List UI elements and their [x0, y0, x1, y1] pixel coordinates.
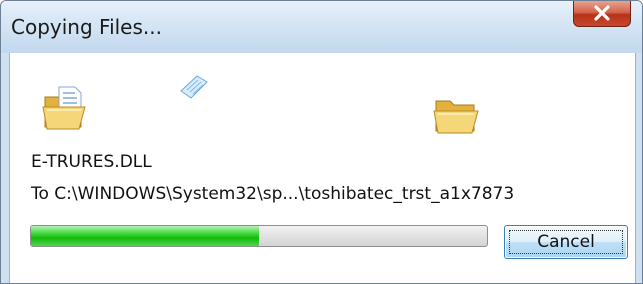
cancel-button[interactable]: Cancel	[504, 225, 628, 259]
source-folder-icon	[42, 86, 86, 130]
target-folder-icon	[433, 100, 479, 134]
copy-progress-bar	[30, 225, 488, 247]
copying-files-dialog: Copying Files... E-TRURES.DLL To C:\WIND…	[0, 0, 643, 284]
title-bar[interactable]: Copying Files...	[1, 1, 642, 53]
cancel-button-label: Cancel	[537, 232, 595, 252]
current-file-name: E-TRURES.DLL	[31, 152, 152, 172]
destination-path: To C:\WINDOWS\System32\sp...\toshibatec_…	[31, 184, 515, 204]
progress-fill	[31, 226, 259, 246]
close-button[interactable]	[573, 1, 631, 27]
flying-document-icon	[180, 75, 208, 99]
window-title: Copying Files...	[11, 15, 162, 39]
dialog-body: E-TRURES.DLL To C:\WINDOWS\System32\sp..…	[9, 53, 636, 283]
close-icon	[594, 5, 610, 21]
